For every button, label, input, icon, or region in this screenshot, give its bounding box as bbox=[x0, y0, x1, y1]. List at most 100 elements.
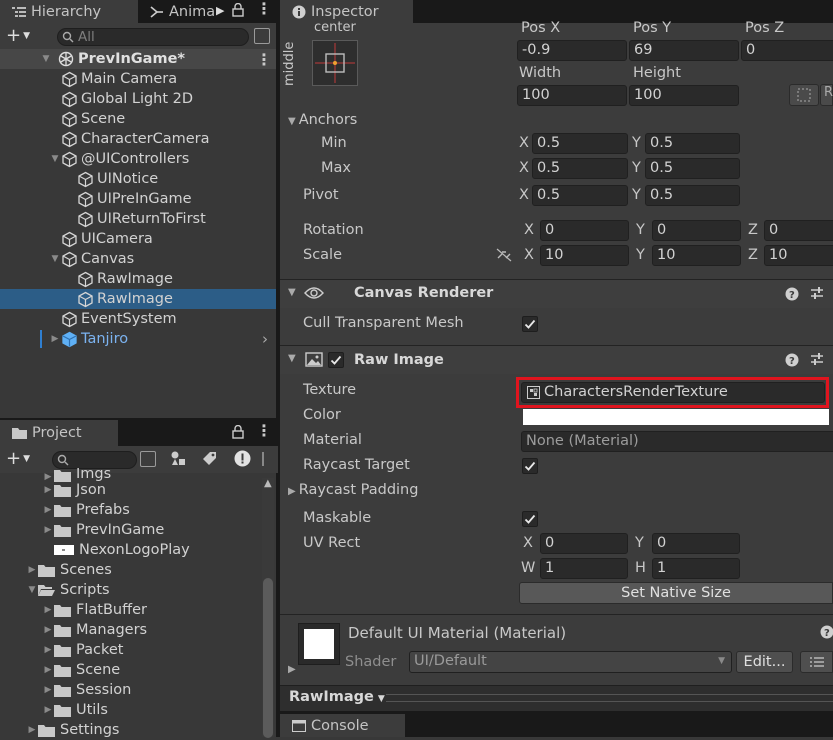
expand-arrow-icon[interactable]: ▼ bbox=[49, 154, 61, 164]
uv-h-field[interactable]: 1 bbox=[652, 558, 740, 579]
canvas-renderer-header[interactable]: ▼ Canvas Renderer ? bbox=[280, 279, 833, 308]
preview-drag-handle[interactable] bbox=[386, 694, 833, 702]
expand-arrow-icon[interactable]: ▶ bbox=[49, 334, 61, 344]
tab-overflow-arrow-icon[interactable]: ▶ bbox=[216, 4, 224, 17]
uv-x-field[interactable]: 0 bbox=[540, 533, 628, 554]
scale-y-field[interactable]: 10 bbox=[652, 245, 741, 266]
rotation-x-field[interactable]: 0 bbox=[540, 220, 629, 241]
material-fold-arrow-icon[interactable]: ▶ bbox=[288, 664, 296, 675]
raw-image-fold-arrow-icon[interactable]: ▼ bbox=[288, 353, 296, 364]
search-scene-icon[interactable] bbox=[254, 28, 270, 44]
project-menu-icon[interactable]: ⋮ bbox=[256, 421, 272, 440]
hierarchy-item[interactable]: ▶Tanjiro› bbox=[0, 329, 278, 349]
project-item[interactable]: ▶Scene bbox=[0, 660, 260, 680]
maskable-checkbox[interactable] bbox=[522, 511, 538, 527]
raycast-target-checkbox[interactable] bbox=[522, 458, 538, 474]
hierarchy-item[interactable]: Scene bbox=[0, 109, 278, 129]
project-item[interactable]: ▶Packet bbox=[0, 640, 260, 660]
pos-z-field[interactable]: 0 bbox=[741, 40, 833, 61]
anchor-preset-button[interactable] bbox=[312, 40, 358, 86]
raw-image-settings-icon[interactable] bbox=[810, 352, 824, 370]
project-item[interactable]: ▶Session bbox=[0, 680, 260, 700]
scale-z-field[interactable]: 10 bbox=[764, 245, 833, 266]
height-field[interactable]: 100 bbox=[629, 85, 739, 106]
blueprint-mode-button[interactable] bbox=[789, 84, 819, 106]
hierarchy-item[interactable]: ▼Canvas bbox=[0, 249, 278, 269]
shader-options-button[interactable] bbox=[800, 651, 833, 673]
uv-w-field[interactable]: 1 bbox=[540, 558, 628, 579]
rotation-z-field[interactable]: 0 bbox=[764, 220, 833, 241]
raycast-padding-foldout[interactable]: ▶Raycast Padding bbox=[288, 482, 418, 498]
project-item[interactable]: ▶Utils bbox=[0, 700, 260, 720]
material-help-icon[interactable]: ? bbox=[820, 625, 833, 643]
project-item[interactable]: ▶Scenes bbox=[0, 560, 260, 580]
open-prefab-chevron-icon[interactable]: › bbox=[262, 330, 268, 348]
expand-arrow-icon[interactable]: ▶ bbox=[42, 525, 54, 535]
hierarchy-item[interactable]: ▼@UIControllers bbox=[0, 149, 278, 169]
expand-arrow-icon[interactable]: ▶ bbox=[42, 605, 54, 615]
hierarchy-item[interactable]: RawImage bbox=[0, 269, 278, 289]
canvas-renderer-fold-arrow-icon[interactable]: ▼ bbox=[288, 287, 296, 298]
uv-y-field[interactable]: 0 bbox=[652, 533, 740, 554]
expand-arrow-icon[interactable]: ▶ bbox=[26, 725, 38, 735]
set-native-size-button[interactable]: Set Native Size bbox=[519, 582, 833, 604]
scene-root-row[interactable]: ▼ PrevInGame* bbox=[0, 49, 278, 69]
expand-arrow-icon[interactable]: ▶ bbox=[42, 705, 54, 715]
hierarchy-item[interactable]: UICamera bbox=[0, 229, 278, 249]
shader-dropdown[interactable]: UI/Default ▼ bbox=[409, 651, 732, 673]
lock-icon[interactable] bbox=[232, 3, 244, 21]
hierarchy-item[interactable]: UIReturnToFirst bbox=[0, 209, 278, 229]
expand-arrow-icon[interactable]: ▶ bbox=[42, 645, 54, 655]
filter-type-icon[interactable] bbox=[170, 450, 186, 470]
project-item[interactable]: ▶Json bbox=[0, 480, 260, 500]
hierarchy-item[interactable]: UINotice bbox=[0, 169, 278, 189]
project-add-button[interactable]: +▼ bbox=[6, 450, 42, 468]
width-field[interactable]: 100 bbox=[517, 85, 627, 106]
create-add-button[interactable]: +▼ bbox=[6, 27, 42, 45]
anchors-min-y-field[interactable]: 0.5 bbox=[645, 133, 740, 154]
hierarchy-item[interactable]: Main Camera bbox=[0, 69, 278, 89]
scroll-up-arrow-icon[interactable]: ▲ bbox=[264, 478, 272, 489]
pivot-x-field[interactable]: 0.5 bbox=[532, 185, 628, 206]
rotation-y-field[interactable]: 0 bbox=[652, 220, 741, 241]
hierarchy-item[interactable]: RawImage bbox=[0, 289, 278, 309]
pos-y-field[interactable]: 69 bbox=[629, 40, 739, 61]
hierarchy-item[interactable]: UIPreInGame bbox=[0, 189, 278, 209]
hierarchy-search-box[interactable]: All bbox=[57, 28, 249, 46]
scale-x-field[interactable]: 10 bbox=[540, 245, 629, 266]
raw-image-enabled-checkbox[interactable] bbox=[328, 352, 344, 368]
project-item[interactable]: ▶Settings bbox=[0, 720, 260, 740]
expand-arrow-icon[interactable]: ▼ bbox=[49, 254, 61, 264]
texture-object-field[interactable]: CharactersRenderTexture bbox=[521, 382, 825, 403]
raw-image-header[interactable]: ▼ Raw Image ? bbox=[280, 345, 833, 374]
material-object-field[interactable]: None (Material) bbox=[521, 431, 833, 452]
project-item[interactable]: ▼Scripts bbox=[0, 580, 260, 600]
raw-edit-button[interactable]: R bbox=[820, 84, 833, 106]
canvas-renderer-settings-icon[interactable] bbox=[810, 286, 824, 304]
project-search-box[interactable] bbox=[52, 451, 137, 469]
expand-arrow-icon[interactable]: ▶ bbox=[42, 625, 54, 635]
hierarchy-item[interactable]: Global Light 2D bbox=[0, 89, 278, 109]
raw-image-help-icon[interactable]: ? bbox=[785, 353, 799, 371]
hierarchy-item[interactable]: EventSystem bbox=[0, 309, 278, 329]
hierarchy-item[interactable]: CharacterCamera bbox=[0, 129, 278, 149]
cull-transparent-mesh-checkbox[interactable] bbox=[522, 316, 538, 332]
tab-console[interactable]: Console bbox=[280, 714, 405, 737]
expand-arrow-icon[interactable]: ▶ bbox=[26, 565, 38, 575]
expand-arrow-icon[interactable]: ▶ bbox=[42, 505, 54, 515]
tab-project[interactable]: Project bbox=[0, 420, 118, 446]
expand-arrow-icon[interactable]: ▼ bbox=[40, 54, 52, 64]
pivot-y-field[interactable]: 0.5 bbox=[645, 185, 740, 206]
shader-edit-button[interactable]: Edit... bbox=[736, 651, 793, 673]
anchors-min-x-field[interactable]: 0.5 bbox=[532, 133, 628, 154]
project-item[interactable]: ▶PrevInGame bbox=[0, 520, 260, 540]
canvas-renderer-help-icon[interactable]: ? bbox=[785, 287, 799, 305]
search-by-type-icon[interactable] bbox=[140, 451, 156, 467]
hierarchy-menu-icon[interactable]: ⋮ bbox=[256, 0, 272, 18]
anchors-max-x-field[interactable]: 0.5 bbox=[532, 158, 628, 179]
anchors-foldout[interactable]: ▼Anchors bbox=[288, 112, 357, 128]
expand-arrow-icon[interactable]: ▶ bbox=[42, 485, 54, 495]
project-item[interactable]: ▶FlatBuffer bbox=[0, 600, 260, 620]
project-item[interactable]: NexonLogoPlay bbox=[0, 540, 260, 560]
scrollbar-thumb[interactable] bbox=[263, 578, 273, 738]
